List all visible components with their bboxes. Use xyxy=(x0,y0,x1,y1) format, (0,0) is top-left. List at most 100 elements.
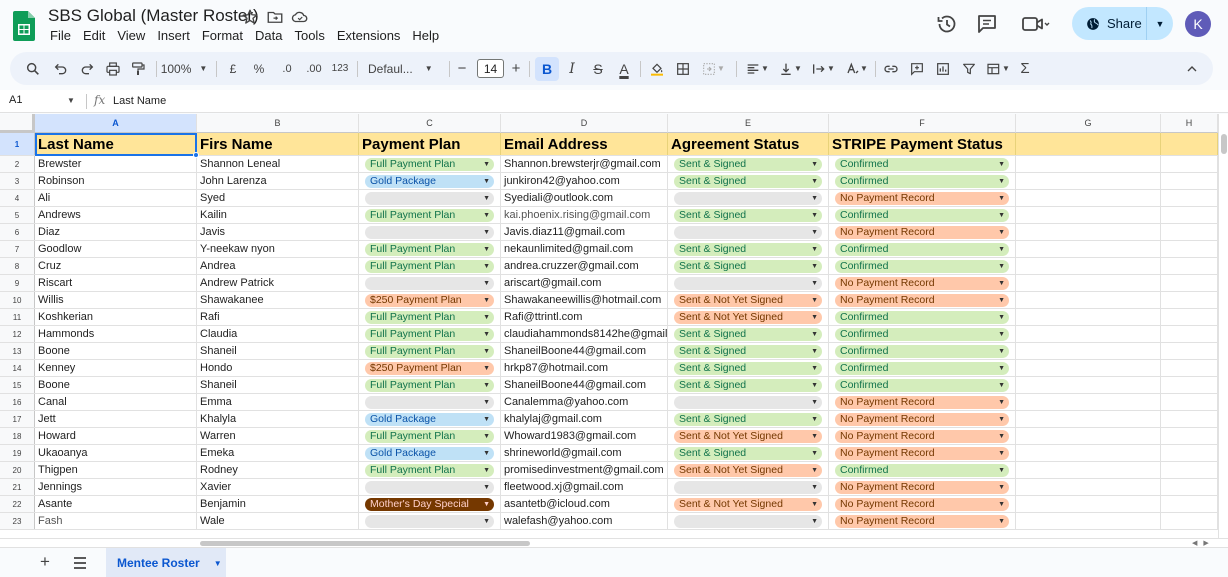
first-name-cell[interactable]: Syed xyxy=(197,190,359,206)
stripe-status-dropdown-chip[interactable]: Confirmed ▼ xyxy=(835,208,1009,222)
dropdown-caret-icon[interactable]: ▼ xyxy=(811,518,818,525)
collapse-toolbar-icon[interactable] xyxy=(1182,52,1202,85)
stripe-status-dropdown-chip[interactable]: Confirmed ▼ xyxy=(835,310,1009,324)
star-icon[interactable] xyxy=(241,8,259,26)
first-name-cell[interactable]: Emma xyxy=(197,394,359,410)
row-number[interactable]: 3 xyxy=(0,173,35,189)
first-name-cell[interactable]: Shaneil xyxy=(197,343,359,359)
first-name-cell[interactable]: Andrew Patrick xyxy=(197,275,359,291)
email-cell[interactable]: ShaneilBoone44@gmail.com xyxy=(501,377,668,393)
agreement-status-dropdown-chip[interactable]: ▼ xyxy=(674,480,822,494)
currency-format-button[interactable]: £ xyxy=(224,52,242,85)
first-name-cell[interactable]: Rodney xyxy=(197,462,359,478)
header-first-name[interactable]: Firs Name xyxy=(197,133,359,155)
number-format-button[interactable]: 123 xyxy=(330,52,350,85)
dropdown-caret-icon[interactable]: ▼ xyxy=(483,365,490,372)
dropdown-caret-icon[interactable]: ▼ xyxy=(483,348,490,355)
dropdown-caret-icon[interactable]: ▼ xyxy=(998,280,1005,287)
empty-cell[interactable] xyxy=(1016,190,1161,206)
stripe-status-dropdown-chip[interactable]: Confirmed ▼ xyxy=(835,157,1009,171)
dropdown-caret-icon[interactable]: ▼ xyxy=(483,382,490,389)
italic-button[interactable]: I xyxy=(561,52,583,85)
last-name-cell[interactable]: Hammonds xyxy=(35,326,197,342)
header-stripe-status[interactable]: STRIPE Payment Status xyxy=(829,133,1016,155)
bold-button[interactable]: B xyxy=(535,57,559,81)
dropdown-caret-icon[interactable]: ▼ xyxy=(811,501,818,508)
dropdown-caret-icon[interactable]: ▼ xyxy=(811,331,818,338)
empty-cell[interactable] xyxy=(1161,292,1218,308)
search-menus-icon[interactable] xyxy=(22,52,44,85)
scroll-arrows-icon[interactable]: ◀▶ xyxy=(1192,539,1215,547)
email-cell[interactable]: asantetb@icloud.com xyxy=(501,496,668,512)
dropdown-caret-icon[interactable]: ▼ xyxy=(483,416,490,423)
dropdown-caret-icon[interactable]: ▼ xyxy=(998,501,1005,508)
font-size-input[interactable]: 14 xyxy=(477,59,504,78)
empty-cell[interactable] xyxy=(1161,343,1218,359)
first-name-cell[interactable]: Kailin xyxy=(197,207,359,223)
dropdown-caret-icon[interactable]: ▼ xyxy=(811,161,818,168)
sheets-logo-icon[interactable] xyxy=(13,11,35,41)
horizontal-scroll-thumb[interactable] xyxy=(200,541,530,546)
empty-cell[interactable] xyxy=(1161,411,1218,427)
column-header-c[interactable]: C xyxy=(359,114,501,133)
menu-file[interactable]: File xyxy=(44,28,77,44)
stripe-status-dropdown-chip[interactable]: No Payment Record ▼ xyxy=(835,293,1009,307)
row-number[interactable]: 20 xyxy=(0,462,35,478)
email-cell[interactable]: claudiahammonds8142he@gmail.c xyxy=(501,326,668,342)
dropdown-caret-icon[interactable]: ▼ xyxy=(998,331,1005,338)
empty-cell[interactable] xyxy=(1161,360,1218,376)
borders-icon[interactable] xyxy=(672,52,694,85)
empty-cell[interactable] xyxy=(1161,275,1218,291)
insert-chart-icon[interactable] xyxy=(932,52,954,85)
dropdown-caret-icon[interactable]: ▼ xyxy=(998,161,1005,168)
row-number[interactable]: 8 xyxy=(0,258,35,274)
last-name-cell[interactable]: Cruz xyxy=(35,258,197,274)
insert-comment-icon[interactable] xyxy=(906,52,928,85)
email-cell[interactable]: Rafi@ttrintl.com xyxy=(501,309,668,325)
stripe-status-dropdown-chip[interactable]: No Payment Record ▼ xyxy=(835,514,1009,528)
dropdown-caret-icon[interactable]: ▼ xyxy=(998,297,1005,304)
filter-views-icon[interactable]: ▼ xyxy=(982,52,1014,85)
merge-cells-icon[interactable]: ▼ xyxy=(698,52,728,85)
dropdown-caret-icon[interactable]: ▼ xyxy=(483,484,490,491)
dropdown-caret-icon[interactable]: ▼ xyxy=(811,178,818,185)
increase-font-size-button[interactable]: + xyxy=(506,52,526,85)
last-name-cell[interactable]: Thigpen xyxy=(35,462,197,478)
payment-plan-dropdown-chip[interactable]: Full Payment Plan ▼ xyxy=(365,157,494,171)
payment-plan-dropdown-chip[interactable]: Gold Package ▼ xyxy=(365,412,494,426)
first-name-cell[interactable]: Xavier xyxy=(197,479,359,495)
share-button[interactable]: Share ▼ xyxy=(1072,7,1173,40)
email-cell[interactable]: ShaneilBoone44@gmail.com xyxy=(501,343,668,359)
dropdown-caret-icon[interactable]: ▼ xyxy=(998,467,1005,474)
dropdown-caret-icon[interactable]: ▼ xyxy=(811,382,818,389)
dropdown-caret-icon[interactable]: ▼ xyxy=(998,416,1005,423)
dropdown-caret-icon[interactable]: ▼ xyxy=(998,314,1005,321)
dropdown-caret-icon[interactable]: ▼ xyxy=(998,433,1005,440)
percent-format-button[interactable]: % xyxy=(250,52,268,85)
cloud-status-icon[interactable] xyxy=(291,8,309,26)
formula-input[interactable]: Last Name xyxy=(113,95,166,107)
insert-link-icon[interactable] xyxy=(880,52,902,85)
agreement-status-dropdown-chip[interactable]: ▼ xyxy=(674,225,822,239)
column-header-e[interactable]: E xyxy=(668,114,829,133)
menu-tools[interactable]: Tools xyxy=(288,28,330,44)
sheet-tab-caret-icon[interactable]: ▼ xyxy=(214,559,222,568)
dropdown-caret-icon[interactable]: ▼ xyxy=(483,280,490,287)
stripe-status-dropdown-chip[interactable]: No Payment Record ▼ xyxy=(835,497,1009,511)
stripe-status-dropdown-chip[interactable]: No Payment Record ▼ xyxy=(835,412,1009,426)
first-name-cell[interactable]: Khalyla xyxy=(197,411,359,427)
first-name-cell[interactable]: Shaneil xyxy=(197,377,359,393)
dropdown-caret-icon[interactable]: ▼ xyxy=(998,365,1005,372)
dropdown-caret-icon[interactable]: ▼ xyxy=(483,212,490,219)
redo-icon[interactable] xyxy=(76,52,98,85)
text-rotation-icon[interactable]: ▼ xyxy=(841,52,871,85)
empty-cell[interactable] xyxy=(1161,173,1218,189)
column-header-b[interactable]: B xyxy=(197,114,359,133)
dropdown-caret-icon[interactable]: ▼ xyxy=(998,348,1005,355)
first-name-cell[interactable]: Javis xyxy=(197,224,359,240)
empty-cell[interactable] xyxy=(1161,462,1218,478)
agreement-status-dropdown-chip[interactable]: Sent & Not Yet Signed ▼ xyxy=(674,293,822,307)
agreement-status-dropdown-chip[interactable]: Sent & Signed ▼ xyxy=(674,412,822,426)
email-cell[interactable]: Shawakaneewillis@hotmail.com xyxy=(501,292,668,308)
dropdown-caret-icon[interactable]: ▼ xyxy=(483,263,490,270)
